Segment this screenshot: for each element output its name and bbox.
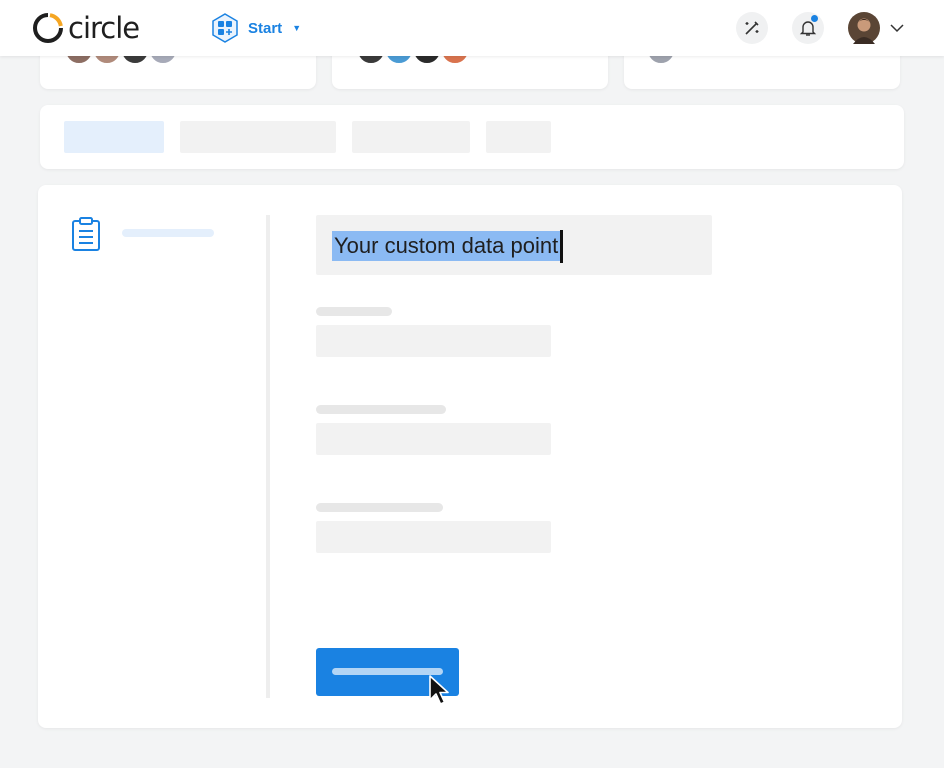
circle-logo[interactable]: circle bbox=[32, 10, 140, 46]
section-title-placeholder bbox=[122, 229, 214, 237]
tab[interactable] bbox=[352, 121, 470, 153]
vertical-divider bbox=[266, 215, 270, 698]
magic-wand-icon bbox=[745, 21, 759, 35]
form-card: Your custom data point bbox=[38, 185, 902, 728]
text-caret bbox=[560, 230, 563, 263]
caret-down-icon: ▼ bbox=[292, 23, 302, 33]
custom-data-input[interactable]: Your custom data point bbox=[316, 215, 712, 275]
mouse-pointer-icon bbox=[429, 675, 449, 705]
notification-badge bbox=[811, 15, 818, 22]
selected-input-text: Your custom data point bbox=[332, 231, 561, 261]
circle-logo-icon bbox=[33, 13, 63, 43]
tools-button[interactable] bbox=[736, 12, 768, 44]
tab[interactable] bbox=[486, 121, 551, 153]
hexagon-grid-icon bbox=[212, 13, 238, 43]
logo-text: circle bbox=[68, 11, 140, 45]
tab-active[interactable] bbox=[64, 121, 164, 153]
start-label: Start bbox=[248, 19, 283, 37]
input-placeholder[interactable] bbox=[316, 423, 551, 455]
user-menu[interactable] bbox=[848, 12, 904, 44]
chevron-down-icon bbox=[890, 24, 904, 33]
top-navigation-bar: circle Start ▼ bbox=[0, 0, 944, 56]
button-label-placeholder bbox=[332, 668, 443, 675]
start-menu-button[interactable]: Start ▼ bbox=[210, 13, 301, 43]
user-avatar bbox=[848, 12, 880, 44]
field-label-placeholder bbox=[316, 503, 443, 512]
field-label-placeholder bbox=[316, 307, 392, 316]
input-placeholder[interactable] bbox=[316, 521, 551, 553]
input-placeholder[interactable] bbox=[316, 325, 551, 357]
field-label-placeholder bbox=[316, 405, 446, 414]
clipboard-icon bbox=[72, 217, 100, 251]
tab[interactable] bbox=[180, 121, 336, 153]
notifications-button[interactable] bbox=[792, 12, 824, 44]
tab-bar bbox=[40, 105, 904, 169]
